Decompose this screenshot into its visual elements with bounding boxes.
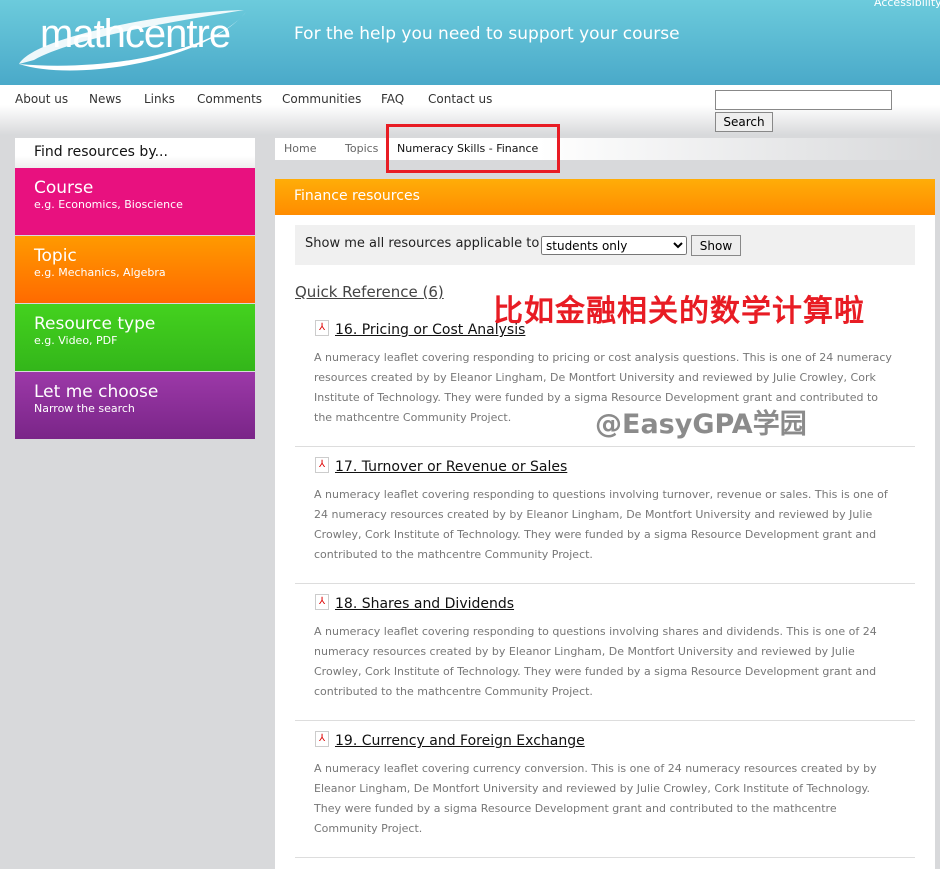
show-button[interactable]: Show	[691, 235, 741, 256]
mathcentre-logo[interactable]: mathcentre	[14, 2, 254, 77]
filter-bar: Show me all resources applicable to stud…	[295, 225, 915, 265]
sidebar-item-sub: e.g. Mechanics, Algebra	[34, 266, 166, 279]
nav-news[interactable]: News	[89, 92, 121, 106]
tagline: For the help you need to support your co…	[294, 24, 680, 44]
sidebar-item-title: Course	[34, 178, 94, 198]
sidebar-item-sub: e.g. Video, PDF	[34, 334, 118, 347]
logo-text: mathcentre	[40, 12, 231, 56]
sidebar-item-sub: Narrow the search	[34, 402, 135, 415]
quick-reference-link[interactable]: Quick Reference (6)	[295, 283, 444, 301]
pdf-icon: ⅄	[315, 594, 329, 610]
search-button[interactable]: Search	[715, 112, 773, 132]
nav-about-us[interactable]: About us	[15, 92, 68, 106]
section-heading: Finance resources	[275, 179, 935, 215]
pdf-icon: ⅄	[315, 731, 329, 747]
nav-contact-us[interactable]: Contact us	[428, 92, 492, 106]
sidebar-item-resource-type[interactable]: Resource type e.g. Video, PDF	[15, 304, 255, 371]
sidebar-item-let-me-choose[interactable]: Let me choose Narrow the search	[15, 372, 255, 439]
audience-select[interactable]: students only	[541, 236, 687, 255]
resource-description: A numeracy leaflet covering responding t…	[314, 625, 877, 698]
highlight-box	[386, 124, 560, 173]
pdf-icon: ⅄	[315, 457, 329, 473]
resource-link[interactable]: 17. Turnover or Revenue or Sales	[335, 459, 567, 475]
nav-faq[interactable]: FAQ	[381, 92, 404, 106]
watermark: @EasyGPA学园	[595, 409, 807, 440]
resource-description: A numeracy leaflet covering responding t…	[314, 488, 888, 561]
resource-link[interactable]: 16. Pricing or Cost Analysis	[335, 322, 525, 338]
main-content: Finance resources Show me all resources …	[275, 179, 935, 869]
sidebar-item-title: Topic	[34, 246, 77, 266]
pdf-icon: ⅄	[315, 320, 329, 336]
find-resources-heading: Find resources by...	[15, 138, 255, 168]
filter-label: Show me all resources applicable to	[305, 236, 540, 251]
sidebar-item-topic[interactable]: Topic e.g. Mechanics, Algebra	[15, 236, 255, 303]
sidebar-item-title: Resource type	[34, 314, 156, 334]
resource-link[interactable]: 19. Currency and Foreign Exchange	[335, 733, 585, 749]
list-item: ⅄ 19. Currency and Foreign Exchange A nume…	[295, 721, 915, 858]
breadcrumb-home[interactable]: Home	[284, 142, 316, 155]
list-item: ⅄ 17. Turnover or Revenue or Sales A numer…	[295, 447, 915, 584]
site-header: mathcentre For the help you need to supp…	[0, 0, 940, 85]
sidebar-item-title: Let me choose	[34, 382, 159, 402]
nav-communities[interactable]: Communities	[282, 92, 361, 106]
search-input[interactable]	[715, 90, 892, 110]
list-item: ⅄ 18. Shares and Dividends A numeracy leaf…	[295, 584, 915, 721]
breadcrumb: Home Topics Numeracy Skills - Finance	[275, 138, 935, 160]
resource-link[interactable]: 18. Shares and Dividends	[335, 596, 514, 612]
breadcrumb-topics[interactable]: Topics	[345, 142, 378, 155]
accessibility-link[interactable]: Accessibility	[874, 0, 940, 9]
nav-comments[interactable]: Comments	[197, 92, 262, 106]
resource-description: A numeracy leaflet covering currency con…	[314, 762, 877, 835]
sidebar-item-course[interactable]: Course e.g. Economics, Bioscience	[15, 168, 255, 235]
nav-links[interactable]: Links	[144, 92, 175, 106]
sidebar-item-sub: e.g. Economics, Bioscience	[34, 198, 183, 211]
